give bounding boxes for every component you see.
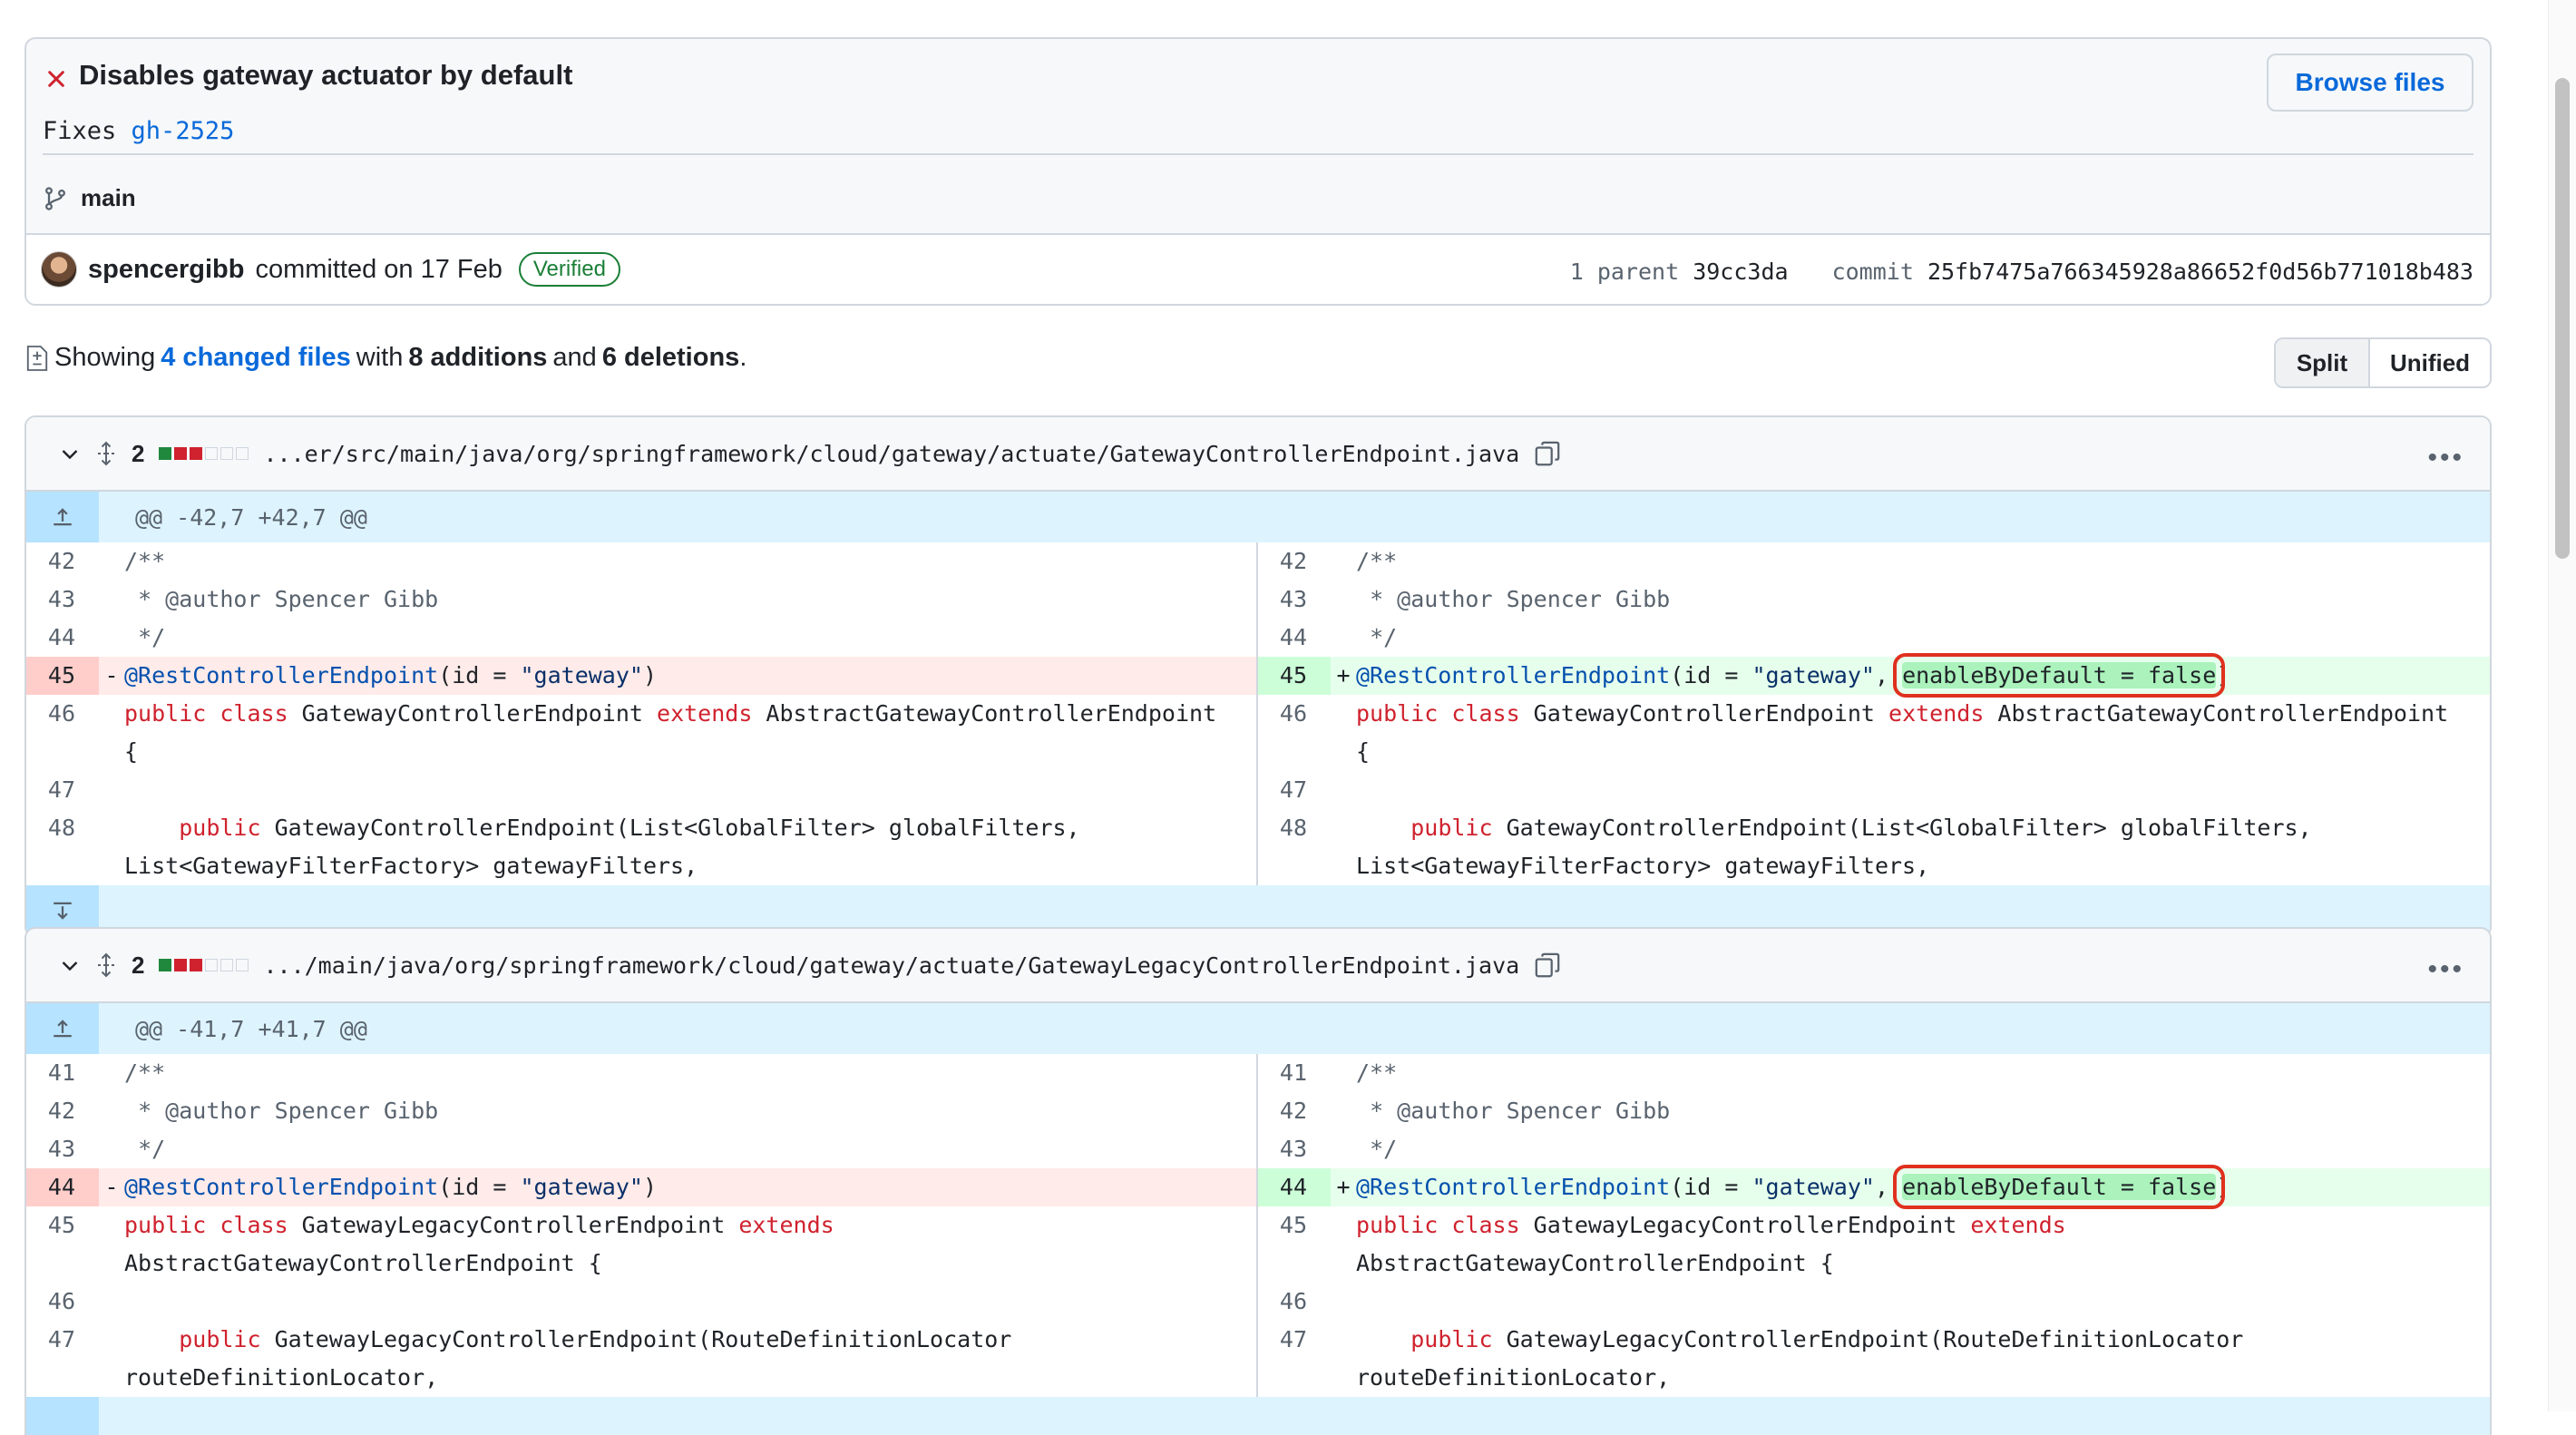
diff-line: 42/** [1279,548,1398,574]
additions-count: 8 additions [408,343,548,372]
deleted-line: 44- @RestControllerEndpoint(id = "gateway… [26,1168,1256,1206]
diff-line: 47 public GatewayLegacyControllerEndpoin… [1279,1326,2244,1391]
file-path[interactable]: .../main/java/org/springframework/cloud/… [263,952,1519,979]
change-count: 2 [132,951,145,979]
diff-line: 44 */ [1279,624,1398,650]
expand-up-icon[interactable] [26,1003,99,1054]
divider [43,153,2474,155]
branch-name[interactable]: main [81,184,136,212]
file-header: 2 .../main/java/org/springframework/clou… [26,929,2490,1003]
expand-row [26,1397,2490,1435]
file-diff: 2 ...er/src/main/java/org/springframewor… [24,415,2492,938]
file-diff-icon [26,345,48,371]
diff-line: 46 [47,1288,75,1314]
split-diff: 41/** 42 * @author Spencer Gibb 43 */ 44… [26,1054,2490,1397]
commit-meta: 1 parent 39cc3da commit 25fb7475a7663459… [1570,259,2474,285]
highlighted-change: enableByDefault = false [1893,1165,2226,1209]
chevron-down-icon[interactable] [59,954,81,976]
author-row: spencergibb committed on 17 Feb Verified [41,251,620,288]
expand-all-icon[interactable] [95,441,117,466]
committed-text: committed on 17 Feb [255,254,503,284]
diff-line: 46 [1279,1288,1307,1314]
change-count: 2 [132,439,145,467]
diff-line: 44 */ [47,624,166,650]
chevron-down-icon[interactable] [59,443,81,464]
split-view-button[interactable]: Split [2276,339,2370,386]
kebab-menu-icon[interactable]: ••• [2427,954,2464,985]
copy-icon[interactable] [1534,952,1561,979]
commit-sha: 25fb7475a766345928a86652f0d56b771018b483 [1927,259,2474,285]
scrollbar-thumb[interactable] [2555,78,2570,559]
browse-files-button[interactable]: Browse files [2267,54,2474,112]
diff-line: 47 [1279,776,1307,803]
diff-view-toggle: Split Unified [2274,337,2492,388]
deleted-line: 45- @RestControllerEndpoint(id = "gateway… [26,657,1256,695]
diff-line: 48 public GatewayControllerEndpoint(List… [1279,815,2326,879]
diff-line: 48 public GatewayControllerEndpoint(List… [47,815,1094,879]
hunk-header: @@ -41,7 +41,7 @@ [26,1003,2490,1054]
commit-title-row: Disables gateway actuator by default [44,59,572,92]
diff-line: 42 * @author Spencer Gibb [47,1098,439,1124]
deletions-count: 6 deletions [601,343,740,372]
diffstat-bar [159,447,249,460]
diff-summary: Showing 4 changed files with 8 additions… [25,343,746,373]
commit-info: commit 25fb7475a766345928a86652f0d56b771… [1831,259,2474,285]
file-header: 2 ...er/src/main/java/org/springframewor… [26,417,2490,492]
diff-line: 43 * @author Spencer Gibb [47,586,439,612]
diff-left-side: 41/** 42 * @author Spencer Gibb 43 */ 44… [26,1054,1258,1397]
copy-icon[interactable] [1534,440,1561,467]
hunk-range: @@ -42,7 +42,7 @@ [135,503,367,531]
diff-line: 41/** [1279,1059,1398,1086]
branch-row: main [43,184,136,212]
diff-line: 43 * @author Spencer Gibb [1279,586,1671,612]
unified-view-button[interactable]: Unified [2370,339,2490,386]
diff-line: 47 public GatewayLegacyControllerEndpoin… [47,1326,1012,1391]
diff-right-side: 41/** 42 * @author Spencer Gibb 43 */ 44… [1258,1054,2490,1397]
author-name[interactable]: spencergibb [88,255,244,285]
diff-left-side: 42/** 43 * @author Spencer Gibb 44 */ 45… [26,542,1258,885]
hunk-range: @@ -41,7 +41,7 @@ [135,1015,367,1042]
diff-line: 42 * @author Spencer Gibb [1279,1098,1671,1124]
diff-line: 41/** [47,1059,166,1086]
changed-files-link[interactable]: 4 changed files [161,343,351,373]
diff-line: 43 */ [1279,1136,1398,1162]
commit-title: Disables gateway actuator by default [79,59,573,91]
parent-info: 1 parent 39cc3da [1569,259,1789,285]
expand-all-icon[interactable] [95,952,117,978]
parent-sha[interactable]: 39cc3da [1693,259,1788,285]
diff-line: 47 [47,776,75,803]
diff-line: 42/** [47,548,166,574]
file-path[interactable]: ...er/src/main/java/org/springframework/… [263,441,1519,467]
issue-link[interactable]: gh-2525 [132,117,235,145]
split-diff: 42/** 43 * @author Spencer Gibb 44 */ 45… [26,542,2490,885]
diff-right-side: 42/** 43 * @author Spencer Gibb 44 */ 45… [1258,542,2490,885]
file-diff: 2 .../main/java/org/springframework/clou… [24,927,2492,1435]
added-line: 45 + @RestControllerEndpoint(id = "gateway… [1258,653,2490,698]
commit-description: Fixes gh-2525 [43,117,235,145]
added-line: 44 + @RestControllerEndpoint(id = "gateway… [1258,1165,2490,1209]
diff-line: 45 public class GatewayLegacyControllerEn… [1279,1212,2066,1276]
git-branch-icon [45,186,65,210]
page-scrollbar[interactable] [2548,0,2576,1411]
diff-line: 45 public class GatewayLegacyControllerEn… [47,1212,834,1276]
diffstat-bar [159,959,249,971]
expand-up-icon[interactable] [26,492,99,542]
diff-line: 46 public class GatewayControllerEndpoint… [47,700,1231,765]
avatar[interactable] [41,251,77,288]
diff-line: 46 public class GatewayControllerEndpoint… [1279,700,2463,765]
commit-header: Disables gateway actuator by default Fix… [24,37,2492,306]
close-icon[interactable] [44,67,68,91]
kebab-menu-icon[interactable]: ••• [2427,443,2464,473]
highlighted-change: enableByDefault = false [1893,653,2226,698]
hunk-header: @@ -42,7 +42,7 @@ [26,492,2490,542]
expand-down-icon[interactable] [26,1397,99,1435]
verified-badge[interactable]: Verified [518,252,620,287]
commit-footer: spencergibb committed on 17 Feb Verified… [26,233,2490,304]
diff-line: 43 */ [47,1136,166,1162]
